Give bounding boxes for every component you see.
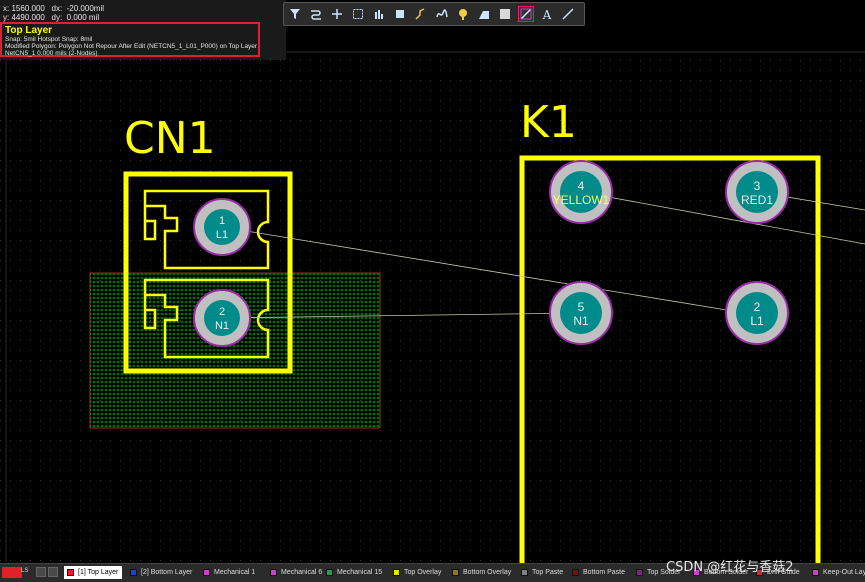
route-icon[interactable] (308, 6, 324, 22)
pad-net: YELLOW1 (553, 193, 610, 207)
layer-tab-3[interactable]: Mechanical 6 (270, 566, 322, 579)
fill-icon[interactable] (476, 6, 492, 22)
pcb-canvas[interactable]: CN1 K1 1 L1 2 N1 4 YELLOW1 3 RED1 5 N1 2… (0, 0, 865, 581)
layer-title: Top Layer (5, 25, 53, 36)
pad-number: 2 (754, 300, 761, 314)
layer-tab-label: Mechanical 1 (214, 569, 256, 576)
pad-number: 1 (219, 215, 225, 227)
layer-tab-6[interactable]: Bottom Overlay (452, 566, 511, 579)
polygon-icon[interactable] (497, 6, 513, 22)
k1-pad-3[interactable]: 3 RED1 (725, 160, 789, 224)
heads-up-display: x: 1560.000 dx: -20.000mil y: 4490.000 d… (0, 0, 286, 60)
pad-net: L1 (216, 229, 228, 241)
filter-icon[interactable] (287, 6, 303, 22)
arc-route-icon[interactable] (434, 6, 450, 22)
add-icon[interactable] (329, 6, 345, 22)
layer-color-swatch (130, 569, 137, 576)
ls-label: LS (21, 568, 29, 574)
k1-designator: K1 (520, 97, 577, 148)
svg-text:A: A (542, 8, 552, 20)
layer-tab-label: Mechanical 6 (281, 569, 323, 576)
layer-tab-label: Bottom Overlay (463, 569, 512, 576)
k1-pad-2[interactable]: 2 L1 (725, 281, 789, 345)
pad-number: 3 (754, 179, 761, 193)
align-icon[interactable] (371, 6, 387, 22)
via-icon[interactable] (455, 6, 471, 22)
component-icon[interactable] (392, 6, 408, 22)
cn1-pad-2[interactable]: 2 N1 (193, 289, 251, 347)
layer-color-swatch (812, 569, 819, 576)
layer-tab-label: Top Overlay (404, 569, 442, 576)
layer-tab-8[interactable]: Bottom Paste (572, 566, 625, 579)
k1-pad-5[interactable]: 5 N1 (549, 281, 613, 345)
layer-tab-label: [2] Bottom Layer (141, 569, 193, 576)
layer-tab-0[interactable]: [1] Top Layer (64, 566, 123, 579)
net-info: NetCN5_1 0.000 mils (2-Nodes) (5, 50, 98, 57)
scroll-right-button[interactable] (48, 567, 58, 577)
active-bar-toolbar: A (283, 2, 585, 26)
watermark: CSDN @红花与香菇2 (666, 560, 794, 575)
layer-color-swatch (203, 569, 210, 576)
layer-color-swatch (270, 569, 277, 576)
layer-tab-12[interactable]: Keep-Out Layer (812, 566, 865, 579)
layer-tab-label: Top Paste (532, 569, 564, 576)
scroll-left-button[interactable] (36, 567, 46, 577)
pad-net: RED1 (741, 193, 773, 207)
layer-color-swatch (521, 569, 528, 576)
current-layer-swatch[interactable] (2, 567, 22, 578)
layer-tab-7[interactable]: Top Paste (521, 566, 563, 579)
pad-number: 2 (219, 306, 225, 318)
layer-tab-5[interactable]: Top Overlay (393, 566, 441, 579)
dimension-icon[interactable] (518, 6, 534, 22)
layer-color-swatch (67, 569, 74, 576)
pad-number: 4 (578, 179, 585, 193)
layer-color-swatch (572, 569, 579, 576)
layer-tab-label: Bottom Paste (583, 569, 626, 576)
pad-number: 5 (578, 300, 585, 314)
cn1-pad-1[interactable]: 1 L1 (193, 198, 251, 256)
layer-color-swatch (636, 569, 643, 576)
interactive-route-icon[interactable] (413, 6, 429, 22)
layer-color-swatch (393, 569, 400, 576)
pad-net: N1 (215, 320, 229, 332)
layer-tab-2[interactable]: Mechanical 1 (203, 566, 255, 579)
info-panel: Top Layer Snap: 5mil Hotspot Snap: 8mil … (0, 22, 260, 57)
layer-tab-label: Mechanical 15 (337, 569, 383, 576)
layer-tab-1[interactable]: [2] Bottom Layer (130, 566, 192, 579)
cn1-designator: CN1 (124, 113, 216, 164)
text-icon[interactable]: A (539, 6, 555, 22)
line-icon[interactable] (560, 6, 576, 22)
pad-net: N1 (573, 314, 589, 328)
pad-net: L1 (750, 314, 764, 328)
layer-tab-4[interactable]: Mechanical 15 (326, 566, 382, 579)
layer-tab-label: Keep-Out Layer (823, 569, 865, 576)
layer-color-swatch (452, 569, 459, 576)
layer-tab-label: [1] Top Layer (78, 569, 119, 576)
layer-color-swatch (326, 569, 333, 576)
select-rect-icon[interactable] (350, 6, 366, 22)
k1-pad-4[interactable]: 4 YELLOW1 (549, 160, 613, 224)
